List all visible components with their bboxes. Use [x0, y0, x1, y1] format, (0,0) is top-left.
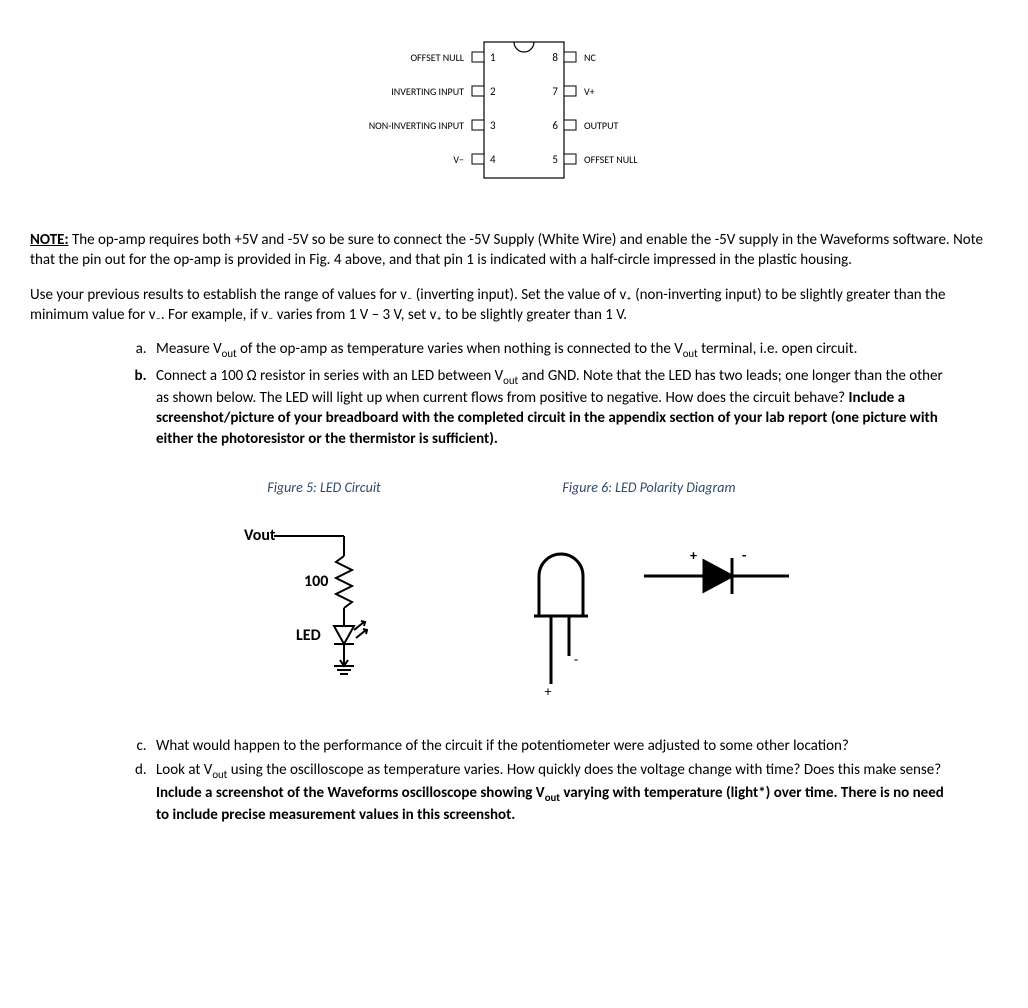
svg-text:Vout: Vout: [244, 526, 276, 545]
note-body: The op-amp requires both +5V and -5V so …: [30, 231, 983, 269]
svg-text:V−: V−: [453, 153, 464, 166]
note-prefix: NOTE:: [30, 231, 69, 249]
svg-text:LED: LED: [296, 626, 321, 645]
svg-text:V+: V+: [584, 85, 595, 98]
instruction-paragraph: Use your previous results to establish t…: [30, 285, 998, 326]
task-list: Measure Vout of the op-amp as temperatur…: [30, 339, 998, 449]
figure-6: Figure 6: LED Polarity Diagram + - +: [504, 479, 794, 696]
svg-text:5: 5: [552, 153, 558, 166]
svg-text:+: +: [545, 683, 552, 696]
svg-text:OFFSET NULL: OFFSET NULL: [410, 51, 464, 64]
svg-text:-: -: [742, 547, 746, 564]
figure-5: Figure 5: LED Circuit: [234, 479, 414, 696]
svg-text:OFFSET NULL: OFFSET NULL: [584, 153, 638, 166]
figure-5-caption: Figure 5: LED Circuit: [234, 479, 414, 498]
task-d: Look at Vout using the oscilloscope as t…: [150, 760, 998, 825]
ic-pinout-diagram: 1 OFFSET NULL 2 INVERTING INPUT 3 NON-IN…: [30, 30, 998, 190]
svg-text:-: -: [574, 651, 578, 668]
svg-text:100: 100: [304, 572, 328, 591]
task-c: What would happen to the performance of …: [150, 736, 998, 756]
task-a: Measure Vout of the op-amp as temperatur…: [150, 339, 998, 362]
figures-row: Figure 5: LED Circuit: [30, 479, 998, 696]
svg-text:7: 7: [552, 85, 558, 98]
svg-text:8: 8: [552, 51, 558, 64]
svg-text:2: 2: [490, 85, 496, 98]
svg-text:3: 3: [490, 119, 496, 132]
svg-text:1: 1: [490, 51, 496, 64]
svg-text:NON-INVERTING INPUT: NON-INVERTING INPUT: [369, 119, 464, 132]
led-circuit-icon: Vout 100 LED: [234, 516, 414, 696]
svg-text:INVERTING INPUT: INVERTING INPUT: [391, 85, 464, 98]
chip-icon: 1 OFFSET NULL 2 INVERTING INPUT 3 NON-IN…: [254, 30, 774, 190]
task-list-2: What would happen to the performance of …: [30, 736, 998, 826]
led-polarity-icon: + - + -: [504, 516, 794, 696]
figure-6-caption: Figure 6: LED Polarity Diagram: [504, 479, 794, 498]
note-paragraph: NOTE: The op-amp requires both +5V and -…: [30, 230, 998, 271]
svg-text:4: 4: [490, 153, 496, 166]
svg-text:+: +: [690, 547, 697, 564]
svg-text:6: 6: [552, 119, 558, 132]
task-b: Connect a 100 Ω resistor in series with …: [150, 366, 998, 449]
svg-text:OUTPUT: OUTPUT: [584, 119, 618, 132]
svg-text:NC: NC: [584, 51, 596, 64]
